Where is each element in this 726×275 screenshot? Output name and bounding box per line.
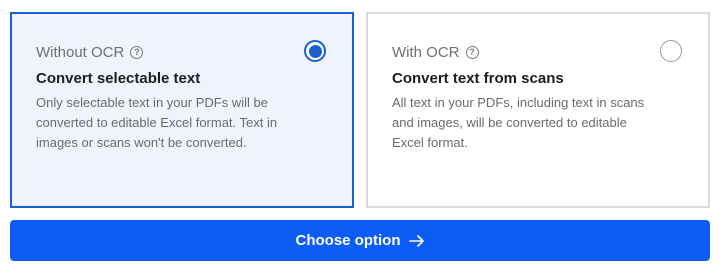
option-heading: Without OCR ? [36,42,328,62]
option-heading-label: Without OCR [36,43,125,61]
choose-option-label: Choose option [295,232,401,249]
question-circle-icon[interactable]: ? [130,45,144,59]
option-heading: With OCR ? [392,42,684,62]
choose-option-button[interactable]: Choose option [10,220,710,261]
option-title: Convert selectable text [36,70,201,87]
option-title: Convert text from scans [392,70,564,87]
option-card-with-ocr[interactable]: With OCR ? Convert text from scans All t… [366,12,710,208]
arrow-right-icon [408,234,424,247]
ocr-options: Without OCR ? Convert selectable text On… [10,12,710,208]
radio-with-ocr[interactable] [660,40,682,62]
option-card-without-ocr[interactable]: Without OCR ? Convert selectable text On… [10,12,354,208]
radio-without-ocr[interactable] [304,40,326,62]
question-circle-icon[interactable]: ? [465,45,479,59]
option-heading-label: With OCR [392,43,460,61]
option-description: All text in your PDFs, including text in… [392,95,645,150]
option-description: Only selectable text in your PDFs will b… [36,95,278,150]
